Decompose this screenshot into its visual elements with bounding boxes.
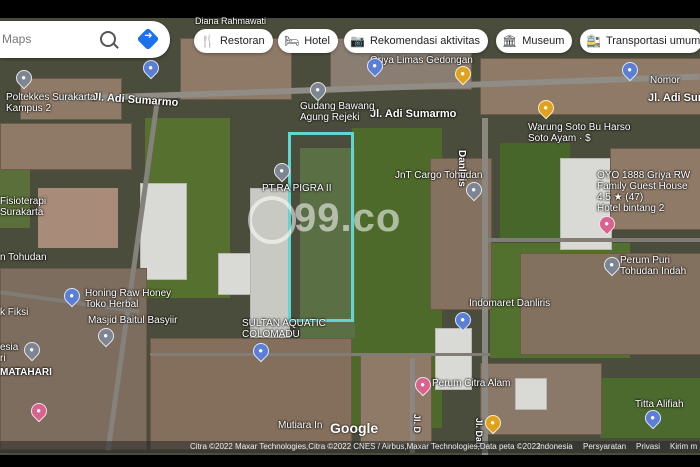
- chip-label: Restoran: [219, 35, 265, 47]
- road-label: Jl. D: [412, 414, 422, 434]
- road: [150, 353, 490, 356]
- search-box[interactable]: Maps: [0, 21, 170, 58]
- place-label[interactable]: Warung Soto Bu Harso Soto Ayam · $: [528, 122, 630, 144]
- place-label[interactable]: JnT Cargo Tohudan: [395, 170, 482, 181]
- place-label[interactable]: Perum Citra Alam: [432, 378, 510, 389]
- attribution-bar: Citra ©2022 Maxar Technologies,Citra ©20…: [0, 441, 700, 453]
- warehouse-roof: [515, 378, 547, 410]
- place-label[interactable]: esia ri: [0, 342, 18, 364]
- place-label[interactable]: n Tohudan: [0, 252, 47, 263]
- place-label[interactable]: Fisioterapi Surakarta: [0, 196, 46, 218]
- place-label[interactable]: Honing Raw Honey Toko Herbal: [85, 288, 171, 310]
- search-icon[interactable]: [100, 31, 116, 47]
- feedback-link[interactable]: Kirim m: [670, 442, 697, 451]
- place-label[interactable]: SULTAN AQUATIC COLOMADU: [242, 318, 326, 340]
- terms-link[interactable]: Persyaratan: [583, 442, 626, 451]
- chip-museum[interactable]: 🏛 Museum: [496, 29, 573, 53]
- place-label[interactable]: Indomaret Danliris: [469, 298, 550, 309]
- chip-label: Museum: [522, 35, 565, 47]
- road: [410, 358, 415, 453]
- country-label: Indonesia: [538, 442, 573, 451]
- chip-label: Transportasi umum: [605, 35, 700, 47]
- restaurant-icon: 🍴: [200, 34, 215, 48]
- watermark: 99.co: [294, 196, 402, 240]
- place-label[interactable]: Gudang Bawang Agung Rejeki: [300, 101, 375, 123]
- place-label[interactable]: MATAHARI: [0, 367, 52, 378]
- building-cluster: [0, 123, 132, 170]
- search-input[interactable]: Maps: [2, 32, 31, 46]
- road-label: Jl. Adi Sumarmo: [370, 108, 457, 120]
- courtyard-building: [38, 188, 118, 248]
- road: [488, 238, 700, 242]
- directions-icon[interactable]: [136, 27, 160, 51]
- place-label[interactable]: Titta Alifiah: [635, 399, 684, 410]
- place-label[interactable]: Poltekkes Surakarta Kampus 2: [6, 92, 96, 114]
- attribution-text: Citra ©2022 Maxar Technologies,Citra ©20…: [190, 442, 541, 451]
- google-logo: Google: [330, 420, 379, 436]
- watermark-logo-icon: [248, 196, 296, 244]
- chip-transportasi[interactable]: 🚉 Transportasi umum: [580, 29, 700, 53]
- privacy-link[interactable]: Privasi: [636, 442, 660, 451]
- road-danliris: [482, 118, 488, 455]
- transit-icon: 🚉: [586, 34, 601, 48]
- chip-restoran[interactable]: 🍴 Restoran: [194, 29, 273, 53]
- place-label[interactable]: Perum Puri Tohudan Indah: [620, 255, 686, 277]
- camera-icon: 📷: [350, 34, 365, 48]
- road-label: Danliris: [456, 150, 467, 187]
- building-cluster: [480, 58, 700, 115]
- place-label[interactable]: PT.RA PIGRA II: [262, 183, 331, 194]
- place-label[interactable]: k Fiksi: [0, 307, 28, 318]
- chip-hotel[interactable]: 🛏 Hotel: [278, 29, 338, 53]
- bottom-band: [0, 455, 700, 467]
- place-label[interactable]: Griya Limas Gedongan: [370, 55, 473, 66]
- place-label[interactable]: Masjid Baitul Basyiir: [88, 315, 177, 326]
- chip-rekomendasi[interactable]: 📷 Rekomendasi aktivitas: [344, 29, 489, 53]
- place-label[interactable]: Nomor: [650, 75, 680, 86]
- place-label[interactable]: Diana Rahmawati: [195, 16, 266, 26]
- place-label[interactable]: Mutiara In: [278, 420, 322, 431]
- map-screenshot: 99.co Jl. Adi Sumarmo Jl. Adi Sumarmo Jl…: [0, 0, 700, 467]
- museum-icon: 🏛: [502, 34, 518, 48]
- chip-label: Rekomendasi aktivitas: [369, 35, 481, 47]
- road-label: Jl. Adi Sumarmo: [648, 92, 700, 104]
- place-label[interactable]: OYO 1888 Griya RW Family Guest House 4.5…: [597, 170, 690, 214]
- hotel-icon: 🛏: [284, 34, 300, 48]
- warehouse-roof: [140, 183, 187, 280]
- chip-label: Hotel: [304, 35, 330, 47]
- top-band: [0, 0, 700, 18]
